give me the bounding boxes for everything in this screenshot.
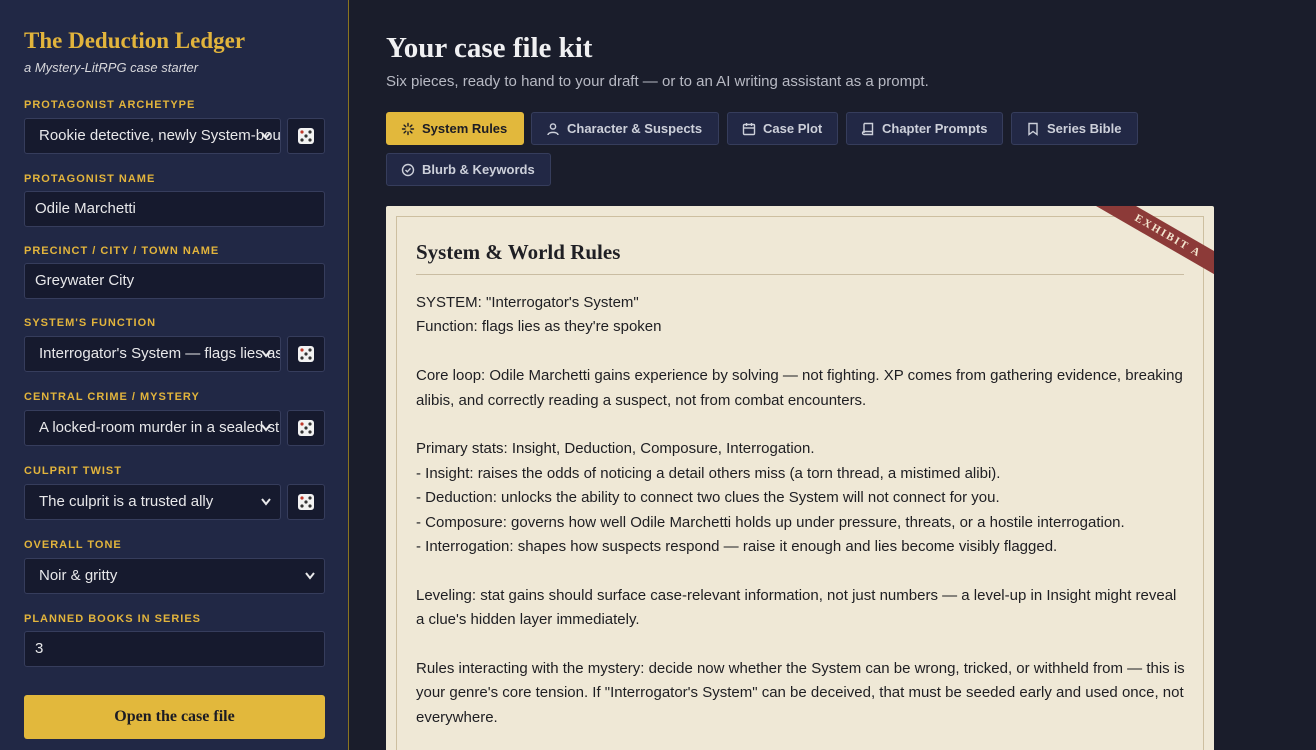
tab-label: Blurb & Keywords	[422, 162, 535, 177]
function-value: Interrogator's System — flags lies as th…	[39, 345, 280, 362]
loader-icon	[401, 122, 415, 135]
function-select[interactable]: Interrogator's System — flags lies as th…	[24, 336, 281, 372]
chevron-down-icon	[260, 337, 272, 371]
book-icon	[861, 122, 874, 135]
books-label: Planned books in series	[24, 613, 202, 625]
crime-label: Central crime / mystery	[24, 391, 200, 403]
tab-label: Series Bible	[1047, 121, 1122, 136]
randomize-twist-button[interactable]	[287, 484, 325, 520]
sidebar: The Deduction Ledger a Mystery-LitRPG ca…	[0, 0, 349, 750]
place-name-input[interactable]: Greywater City	[24, 263, 325, 299]
twist-label: Culprit twist	[24, 465, 122, 477]
divider	[416, 274, 1184, 275]
document-line: - Composure: governs how well Odile Marc…	[416, 513, 1125, 531]
chevron-down-icon	[304, 559, 316, 593]
tab-character-suspects[interactable]: Character & Suspects	[531, 112, 719, 145]
document-title: System & World Rules	[416, 240, 621, 264]
tab-label: Character & Suspects	[567, 121, 703, 136]
case-file-document: EXHIBIT A System & World Rules SYSTEM: "…	[386, 206, 1214, 750]
tab-label: Case Plot	[763, 121, 823, 136]
check-circle-icon	[401, 163, 415, 176]
document-line: - Deduction: unlocks the ability to conn…	[416, 489, 1000, 507]
function-label: System's function	[24, 317, 157, 329]
document-line: SYSTEM: "Interrogator's System"	[416, 294, 639, 311]
chevron-down-icon	[260, 485, 272, 519]
tab-system-rules[interactable]: System Rules	[386, 112, 524, 145]
archetype-select[interactable]: Rookie detective, newly System-bound	[24, 118, 281, 154]
document-line: - Insight: raises the odds of noticing a…	[416, 464, 1001, 482]
document-line: Core loop: Odile Marchetti gains experie…	[416, 367, 1183, 409]
tab-label: Chapter Prompts	[882, 121, 988, 136]
document-line: Primary stats: Insight, Deduction, Compo…	[416, 440, 815, 458]
randomize-function-button[interactable]	[287, 336, 325, 372]
randomize-crime-button[interactable]	[287, 410, 325, 446]
randomize-archetype-button[interactable]	[287, 118, 325, 154]
dice-icon	[298, 420, 314, 436]
document-line: Rules interacting with the mystery: deci…	[416, 660, 1185, 726]
dice-icon	[298, 494, 314, 510]
twist-value: The culprit is a trusted ally	[39, 493, 214, 510]
chevron-down-icon	[260, 411, 272, 445]
document-line: Leveling: stat gains should surface case…	[416, 586, 1177, 629]
tone-label: Overall tone	[24, 539, 122, 551]
app-subtitle: a Mystery-LitRPG case starter	[24, 60, 199, 75]
page-subtitle: Six pieces, ready to hand to your draft …	[386, 73, 929, 90]
name-label: Protagonist name	[24, 173, 156, 185]
dice-icon	[298, 346, 314, 362]
person-icon	[547, 122, 559, 135]
calendar-icon	[742, 122, 756, 135]
document-line: Function: flags lies as they're spoken	[416, 318, 662, 336]
page-title: Your case file kit	[386, 32, 593, 64]
document-line: - Interrogation: shapes how suspects res…	[416, 538, 1058, 556]
archetype-label: Protagonist archetype	[24, 99, 196, 111]
tab-blurb-keywords[interactable]: Blurb & Keywords	[386, 153, 551, 186]
archetype-value: Rookie detective, newly System-bound	[39, 127, 281, 144]
tone-select[interactable]: Noir & gritty	[24, 558, 325, 594]
document-body: SYSTEM: "Interrogator's System" Function:…	[416, 291, 1186, 730]
crime-value: A locked-room murder in a sealed study	[39, 419, 281, 436]
tab-case-plot[interactable]: Case Plot	[727, 112, 838, 145]
crime-select[interactable]: A locked-room murder in a sealed study	[24, 410, 281, 446]
books-count-input[interactable]: 3	[24, 631, 325, 667]
tab-series-bible[interactable]: Series Bible	[1011, 112, 1138, 145]
chevron-down-icon	[260, 119, 272, 153]
app-title: The Deduction Ledger	[24, 28, 246, 53]
dice-icon	[298, 128, 314, 144]
open-case-file-button[interactable]: Open the case file	[24, 695, 325, 739]
tone-value: Noir & gritty	[39, 567, 118, 584]
tab-label: System Rules	[422, 121, 508, 136]
twist-select[interactable]: The culprit is a trusted ally	[24, 484, 281, 520]
protagonist-name-input[interactable]: Odile Marchetti	[24, 191, 325, 227]
place-label: Precinct / city / town name	[24, 245, 220, 257]
bookmark-icon	[1028, 122, 1038, 136]
tab-chapter-prompts[interactable]: Chapter Prompts	[846, 112, 1003, 145]
